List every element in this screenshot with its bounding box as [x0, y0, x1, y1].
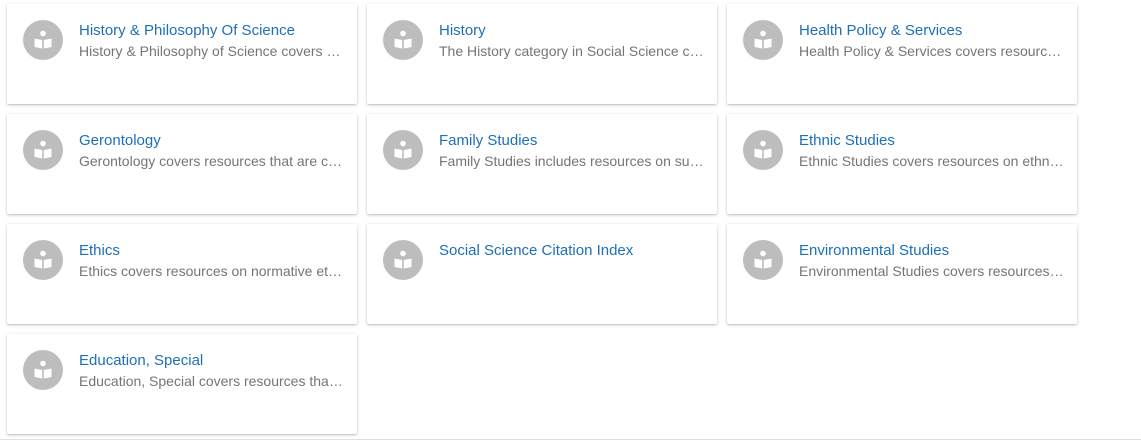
book-reader-icon — [743, 130, 783, 170]
card-title-link[interactable]: Gerontology — [79, 132, 345, 150]
category-card[interactable]: Social Science Citation Index — [367, 224, 717, 324]
category-card-page: History & Philosophy Of Science History … — [0, 0, 1141, 441]
card-title-link[interactable]: History & Philosophy Of Science — [79, 22, 345, 40]
book-reader-icon — [743, 240, 783, 280]
category-card[interactable]: Family Studies Family Studies includes r… — [367, 114, 717, 214]
category-card-grid: History & Philosophy Of Science History … — [7, 4, 1077, 434]
category-card[interactable]: Gerontology Gerontology covers resources… — [7, 114, 357, 214]
category-card[interactable]: Ethics Ethics covers resources on normat… — [7, 224, 357, 324]
card-title-link[interactable]: History — [439, 22, 705, 40]
card-description: Health Policy & Services covers resource… — [799, 43, 1065, 59]
card-description: Family Studies includes resources on sub… — [439, 153, 705, 169]
card-description: Ethnic Studies covers resources on ethni… — [799, 153, 1065, 169]
book-reader-icon — [23, 20, 63, 60]
book-reader-icon — [23, 350, 63, 390]
category-card[interactable]: Education, Special Education, Special co… — [7, 334, 357, 434]
card-title-link[interactable]: Social Science Citation Index — [439, 242, 705, 260]
book-reader-icon — [743, 20, 783, 60]
card-description: History & Philosophy of Science covers r… — [79, 43, 345, 59]
card-title-link[interactable]: Environmental Studies — [799, 242, 1065, 260]
category-card[interactable]: Environmental Studies Environmental Stud… — [727, 224, 1077, 324]
category-card[interactable]: Ethnic Studies Ethnic Studies covers res… — [727, 114, 1077, 214]
card-title-link[interactable]: Ethnic Studies — [799, 132, 1065, 150]
card-description: Gerontology covers resources that are co… — [79, 153, 345, 169]
book-reader-icon — [383, 20, 423, 60]
book-reader-icon — [23, 130, 63, 170]
card-description: Ethics covers resources on normative eth… — [79, 263, 345, 279]
book-reader-icon — [383, 130, 423, 170]
card-title-link[interactable]: Family Studies — [439, 132, 705, 150]
card-description: The History category in Social Science c… — [439, 43, 705, 59]
card-description: Environmental Studies covers resources o… — [799, 263, 1065, 279]
category-card[interactable]: History & Philosophy Of Science History … — [7, 4, 357, 104]
card-description: Education, Special covers resources that… — [79, 373, 345, 389]
category-card[interactable]: History The History category in Social S… — [367, 4, 717, 104]
card-title-link[interactable]: Health Policy & Services — [799, 22, 1065, 40]
divider — [0, 439, 1141, 440]
book-reader-icon — [23, 240, 63, 280]
book-reader-icon — [383, 240, 423, 280]
category-card[interactable]: Health Policy & Services Health Policy &… — [727, 4, 1077, 104]
card-title-link[interactable]: Ethics — [79, 242, 345, 260]
card-title-link[interactable]: Education, Special — [79, 352, 345, 370]
